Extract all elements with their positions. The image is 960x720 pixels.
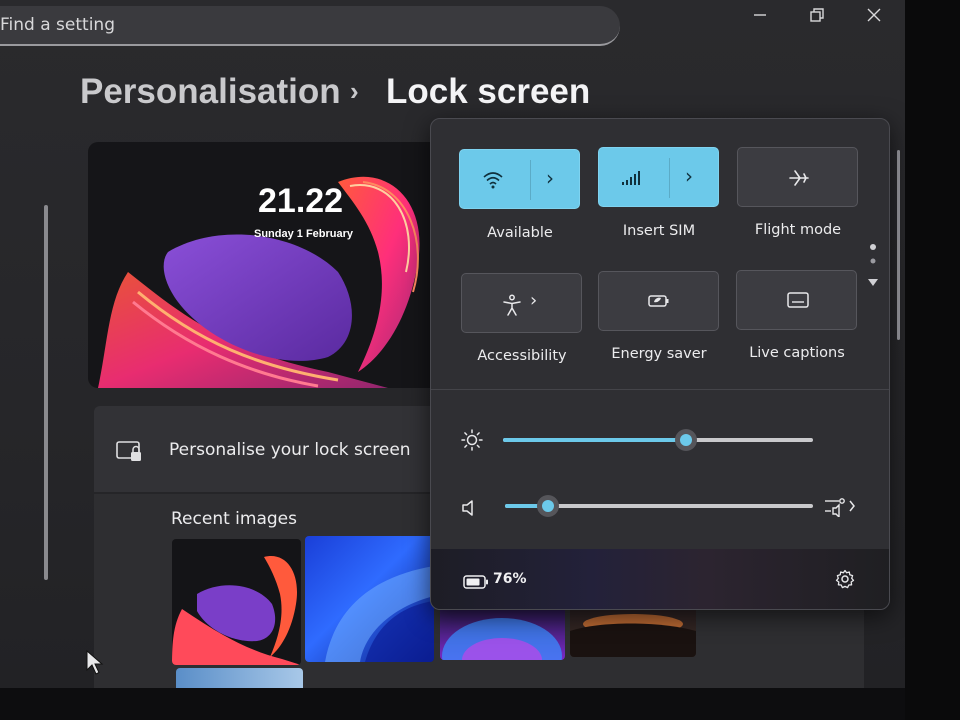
wifi-icon: [483, 172, 503, 189]
restore-button[interactable]: [797, 4, 837, 32]
lock-screen-icon: [116, 441, 141, 461]
close-icon: [867, 8, 881, 22]
energy-saver-tile-label: Energy saver: [611, 346, 707, 362]
captions-icon: [787, 292, 809, 308]
nav-scrollbar[interactable]: [44, 205, 48, 580]
settings-window: Find a setting Personalisation › Lock sc…: [0, 0, 905, 688]
page-title: Lock screen: [386, 72, 591, 111]
airplane-icon: [789, 170, 809, 186]
accessibility-tile[interactable]: ›: [461, 273, 582, 333]
quick-settings-footer: 76%: [431, 549, 889, 609]
breadcrumb-separator: ›: [350, 76, 359, 106]
wifi-tile[interactable]: ›: [459, 149, 580, 209]
flight-mode-tile[interactable]: [737, 147, 858, 207]
minimize-button[interactable]: [740, 4, 780, 32]
speaker-icon[interactable]: [461, 499, 481, 517]
gear-icon[interactable]: [835, 569, 855, 589]
close-button[interactable]: [854, 4, 894, 32]
volume-slider[interactable]: [505, 495, 813, 517]
monitor-bezel-bottom: [0, 688, 905, 720]
recent-image-blue-bloom[interactable]: [305, 536, 434, 662]
minimize-icon: [754, 14, 766, 16]
cellular-chevron-right-icon[interactable]: ›: [685, 164, 693, 188]
wallpaper-swirl-image: [98, 176, 420, 388]
battery-icon[interactable]: [463, 575, 489, 589]
brightness-icon: [461, 429, 483, 451]
brightness-slider[interactable]: [503, 429, 813, 451]
accessibility-chevron-right-icon[interactable]: ›: [530, 290, 537, 311]
accessibility-tile-label: Accessibility: [477, 348, 567, 364]
personalise-lock-screen-row[interactable]: Personalise your lock screen: [94, 406, 454, 492]
wifi-chevron-right-icon[interactable]: ›: [546, 166, 554, 190]
recent-image-swirl-picture: [172, 556, 301, 665]
cellular-tile[interactable]: ›: [598, 147, 719, 207]
quick-settings-panel: › Available › Insert SIM Flight mode › A…: [430, 118, 890, 610]
live-captions-tile-label: Live captions: [749, 345, 845, 361]
wifi-tile-label: Available: [487, 225, 553, 241]
mouse-cursor-icon: [86, 650, 104, 675]
preview-time: 21.22: [258, 182, 344, 220]
tile-divider: [669, 158, 670, 198]
brightness-slider-thumb[interactable]: [675, 429, 697, 451]
panel-divider: [431, 389, 889, 390]
restore-icon: [810, 8, 824, 22]
preview-date: Sunday 1 February: [254, 228, 354, 240]
search-input[interactable]: Find a setting: [0, 15, 115, 35]
brightness-slider-fill: [503, 438, 686, 442]
battery-percentage: 76%: [493, 571, 527, 587]
breadcrumb: Personalisation › Lock screen: [80, 72, 590, 112]
recent-image-sky[interactable]: [176, 668, 303, 688]
recent-image-swirl[interactable]: [172, 539, 301, 665]
accessibility-icon: [503, 294, 521, 316]
cellular-icon: [622, 171, 640, 185]
live-captions-tile[interactable]: [736, 270, 857, 330]
flight-mode-tile-label: Flight mode: [754, 222, 842, 238]
energy-saver-icon: [648, 295, 669, 307]
volume-slider-thumb[interactable]: [537, 495, 559, 517]
audio-output-icon[interactable]: [823, 495, 859, 517]
recent-image-blue-bloom-picture: [325, 566, 434, 662]
search-box[interactable]: Find a setting: [0, 6, 620, 46]
page-dots-icon[interactable]: [867, 241, 879, 291]
monitor-bezel-right: [905, 0, 960, 720]
tile-divider: [530, 160, 531, 200]
content-scrollbar[interactable]: [897, 150, 900, 340]
energy-saver-tile[interactable]: [598, 271, 719, 331]
lock-screen-preview: 21.22 Sunday 1 February: [88, 142, 458, 388]
personalise-lock-screen-label: Personalise your lock screen: [169, 440, 411, 460]
cellular-tile-label: Insert SIM: [622, 223, 696, 239]
breadcrumb-parent[interactable]: Personalisation: [80, 72, 341, 111]
recent-images-label: Recent images: [171, 509, 297, 529]
